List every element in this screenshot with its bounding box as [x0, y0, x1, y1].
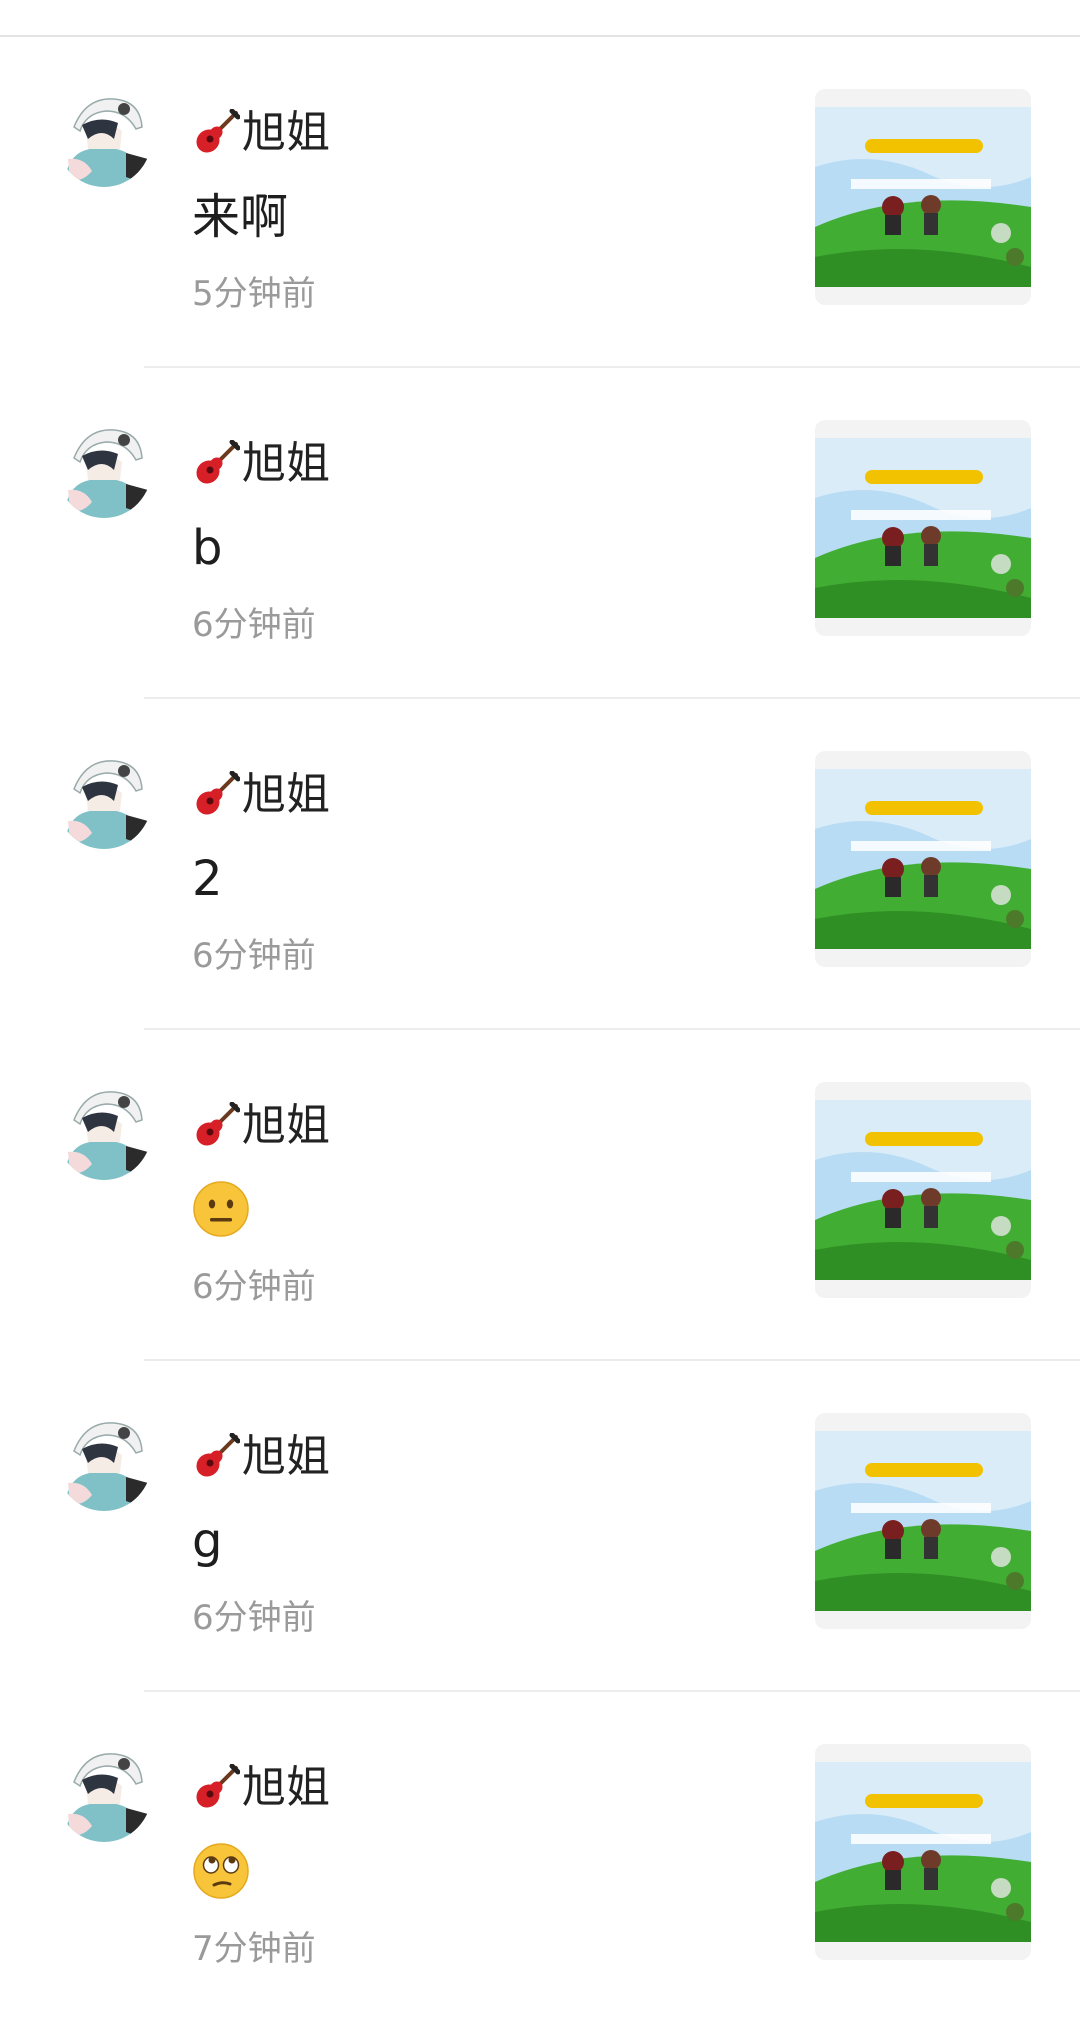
anime-avatar-icon[interactable] [56, 418, 152, 518]
author-name[interactable]: 旭姐 [192, 767, 330, 823]
comment-time: 6分钟前 [192, 936, 316, 976]
author-name-text: 旭姐 [242, 769, 330, 820]
comment-item[interactable]: 旭姐 2 6分钟前 [0, 699, 1080, 1030]
comment-item[interactable]: 旭姐 来啊 5分钟前 [0, 37, 1080, 368]
comment-message [192, 1180, 250, 1238]
comment-item[interactable]: 旭姐 6分钟前 [0, 1030, 1080, 1361]
neutral-face-emoji-icon [193, 1181, 249, 1237]
author-name[interactable]: 旭姐 [192, 436, 330, 492]
comment-message: 来啊 [192, 189, 289, 245]
author-name-text: 旭姐 [242, 1762, 330, 1813]
anime-avatar-icon[interactable] [56, 87, 152, 187]
author-name[interactable]: 旭姐 [192, 105, 330, 161]
author-name-text: 旭姐 [242, 1100, 330, 1151]
comment-item[interactable]: 旭姐 g 6分钟前 [0, 1361, 1080, 1692]
guitar-icon [196, 440, 240, 484]
comment-time: 5分钟前 [192, 274, 316, 314]
game-screenshot-thumbnail[interactable] [815, 1744, 1031, 1960]
game-screenshot-thumbnail[interactable] [815, 420, 1031, 636]
anime-avatar-icon[interactable] [56, 1080, 152, 1180]
anime-avatar-icon[interactable] [56, 749, 152, 849]
anime-avatar-icon[interactable] [56, 1742, 152, 1842]
author-name-text: 旭姐 [242, 107, 330, 158]
comment-time: 6分钟前 [192, 605, 316, 645]
guitar-icon [196, 1764, 240, 1808]
comment-message: g [192, 1513, 223, 1569]
author-name[interactable]: 旭姐 [192, 1429, 330, 1485]
author-name[interactable]: 旭姐 [192, 1760, 330, 1816]
game-screenshot-thumbnail[interactable] [815, 751, 1031, 967]
game-screenshot-thumbnail[interactable] [815, 1413, 1031, 1629]
comment-message: 2 [192, 851, 223, 907]
game-screenshot-thumbnail[interactable] [815, 1082, 1031, 1298]
comment-message [192, 1842, 250, 1900]
game-screenshot-thumbnail[interactable] [815, 89, 1031, 305]
comment-message: b [192, 520, 223, 576]
anime-avatar-icon[interactable] [56, 1411, 152, 1511]
comment-time: 6分钟前 [192, 1598, 316, 1638]
comment-time: 6分钟前 [192, 1267, 316, 1307]
author-name-text: 旭姐 [242, 1431, 330, 1482]
eye-roll-emoji-icon [193, 1843, 249, 1899]
author-name[interactable]: 旭姐 [192, 1098, 330, 1154]
guitar-icon [196, 1433, 240, 1477]
guitar-icon [196, 1102, 240, 1146]
guitar-icon [196, 109, 240, 153]
comment-list: 旭姐 来啊 5分钟前 旭姐 b 6分钟前 旭姐 2 6分钟前 旭姐 6分钟前 旭… [0, 37, 1080, 2023]
author-name-text: 旭姐 [242, 438, 330, 489]
guitar-icon [196, 771, 240, 815]
comment-time: 7分钟前 [192, 1929, 316, 1969]
comment-item[interactable]: 旭姐 b 6分钟前 [0, 368, 1080, 699]
comment-item[interactable]: 旭姐 7分钟前 [0, 1692, 1080, 2023]
